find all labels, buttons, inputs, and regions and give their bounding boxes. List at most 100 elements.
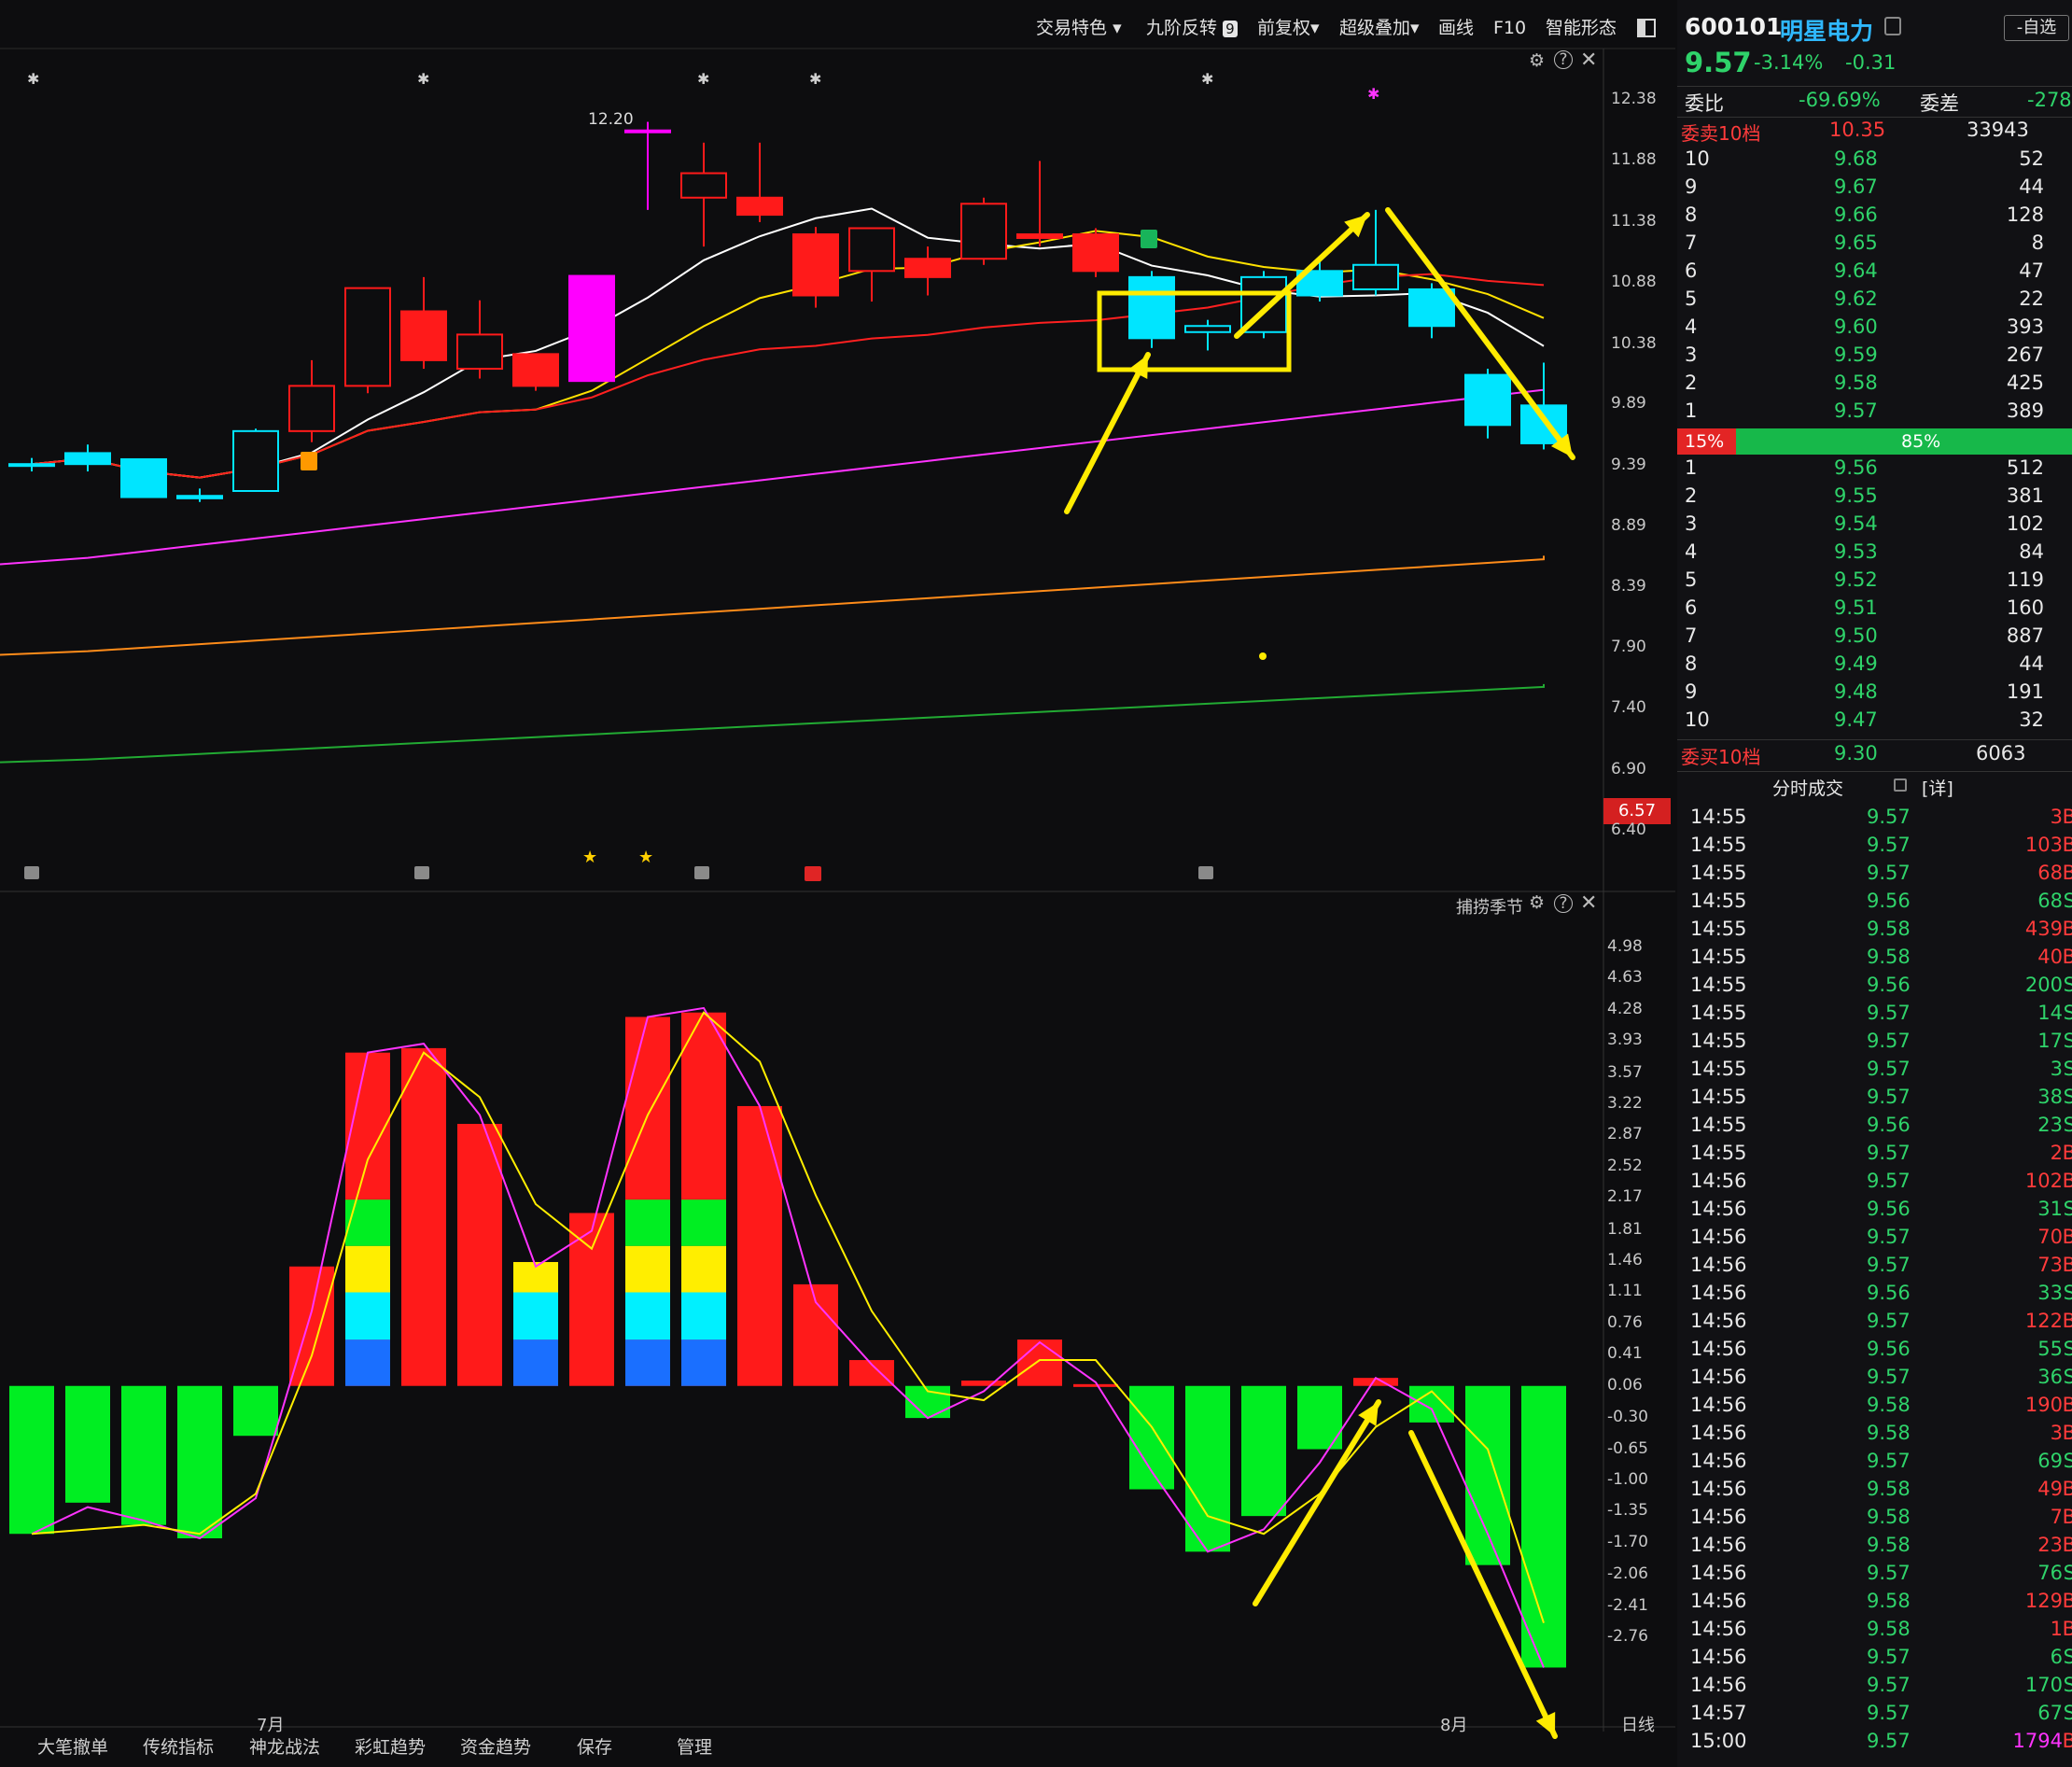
tab-big-cancel[interactable]: 大笔撤单 bbox=[37, 1731, 108, 1764]
quote-row: 5 9.62 22 bbox=[1677, 285, 2072, 313]
tick-price: 9.56 bbox=[1867, 974, 1911, 996]
tick-direction: B bbox=[2062, 1422, 2072, 1444]
tick-time: 14:55 bbox=[1690, 1002, 1747, 1024]
help-icon[interactable]: ? bbox=[1554, 50, 1573, 69]
tab-save[interactable]: 保存 bbox=[577, 1731, 612, 1764]
buy-volume: 191 bbox=[2006, 680, 2044, 703]
ticks-detail-link[interactable]: [详] bbox=[1922, 775, 1953, 800]
sell-level: 9 bbox=[1685, 175, 1698, 198]
price-axis-label: 10.38 bbox=[1611, 333, 1657, 353]
toolbar-smart-pattern[interactable]: 智能形态 bbox=[1546, 9, 1617, 47]
tab-manage[interactable]: 管理 bbox=[677, 1731, 712, 1764]
lock-icon[interactable] bbox=[1884, 17, 1901, 35]
tick-volume: 73 bbox=[2037, 1254, 2063, 1276]
candle-body bbox=[1352, 263, 1399, 290]
quote-row: 14:55 9.56 200 S bbox=[1677, 971, 2072, 999]
tick-price: 9.57 bbox=[1867, 862, 1911, 884]
quote-row: 2 9.55 381 bbox=[1677, 482, 2072, 510]
tick-price: 9.57 bbox=[1867, 1730, 1911, 1752]
quote-row: 5 9.52 119 bbox=[1677, 566, 2072, 594]
tick-time: 14:56 bbox=[1690, 1534, 1747, 1556]
candle-body bbox=[736, 196, 783, 217]
tick-volume: 69 bbox=[2037, 1450, 2063, 1472]
indicator-bar bbox=[569, 1213, 614, 1386]
indicator-bar bbox=[1129, 1385, 1174, 1490]
toolbar-super-overlay[interactable]: 超级叠加▾ bbox=[1339, 9, 1420, 47]
tick-price: 9.58 bbox=[1867, 1478, 1911, 1500]
chevron-down-icon: ▾ bbox=[1410, 18, 1420, 38]
quote-row: 14:56 9.57 76 S bbox=[1677, 1559, 2072, 1587]
star-marker-icon: ✱ bbox=[27, 70, 39, 88]
help-icon[interactable]: ? bbox=[1554, 894, 1573, 913]
change-percent: -3.14% bbox=[1754, 51, 1824, 74]
tab-capital-trend[interactable]: 资金趋势 bbox=[460, 1731, 531, 1764]
quote-row: 1 9.56 512 bbox=[1677, 454, 2072, 482]
candle-body bbox=[624, 129, 671, 133]
quote-row: 14:56 9.58 129 B bbox=[1677, 1587, 2072, 1615]
panel-toggle-icon[interactable] bbox=[1637, 19, 1656, 37]
tick-time: 14:55 bbox=[1690, 1030, 1747, 1052]
close-icon[interactable]: ✕ bbox=[1580, 891, 1597, 915]
sell-volume: 393 bbox=[2006, 316, 2044, 338]
candle-body bbox=[568, 274, 615, 383]
quote-row: 14:55 9.57 2 B bbox=[1677, 1139, 2072, 1167]
ma60-line bbox=[0, 383, 1545, 566]
tab-traditional-indicators[interactable]: 传统指标 bbox=[143, 1731, 214, 1764]
quote-row: 14:55 9.56 23 S bbox=[1677, 1111, 2072, 1139]
tick-direction: B bbox=[2062, 918, 2072, 940]
indicator-axis-label: 3.93 bbox=[1607, 1031, 1643, 1050]
toolbar-forward-adjust[interactable]: 前复权▾ bbox=[1257, 9, 1320, 47]
settings-icon[interactable]: ⚙ bbox=[1529, 892, 1545, 913]
sell-header-label: 委卖10档 bbox=[1681, 122, 1761, 145]
quote-row: 14:55 9.58 439 B bbox=[1677, 915, 2072, 943]
toolbar-trade-features[interactable]: 交易特色 ▾ bbox=[1036, 9, 1122, 47]
tick-volume: 7 bbox=[2050, 1506, 2063, 1528]
indicator-axis-label: -0.65 bbox=[1607, 1438, 1648, 1458]
indicator-axis-label: 4.98 bbox=[1607, 937, 1643, 956]
tick-direction: B bbox=[2062, 1618, 2072, 1640]
indicator-axis-label: -1.70 bbox=[1607, 1532, 1648, 1551]
quote-row: 14:55 9.57 14 S bbox=[1677, 999, 2072, 1027]
indicator-axis-label: 2.17 bbox=[1607, 1187, 1643, 1207]
kline-chart-area[interactable]: ✱ ✱ ✱ ✱ ✱ ✱ ★ ★ 交易特色 ▾ 九阶反转 9 前复权▾ 超级叠加▾ 画线 F10… bbox=[0, 0, 1675, 1767]
close-icon[interactable]: ✕ bbox=[1580, 49, 1597, 72]
candle-body bbox=[176, 495, 223, 499]
tick-price: 9.56 bbox=[1867, 1114, 1911, 1136]
indicator-axis-label: -2.06 bbox=[1607, 1564, 1648, 1584]
indicator-axis-label: 4.28 bbox=[1607, 999, 1643, 1018]
add-watchlist-button[interactable]: -自选 bbox=[2004, 15, 2069, 41]
tick-volume: 23 bbox=[2037, 1534, 2063, 1556]
tick-direction: S bbox=[2063, 1646, 2072, 1668]
indicator-bar bbox=[1185, 1385, 1230, 1552]
tick-time: 14:56 bbox=[1690, 1198, 1747, 1220]
ma120-line bbox=[0, 555, 1545, 656]
toolbar-draw-line[interactable]: 画线 bbox=[1438, 9, 1474, 47]
tick-time: 14:56 bbox=[1690, 1422, 1747, 1444]
tick-price: 9.57 bbox=[1867, 1058, 1911, 1080]
tick-time: 14:55 bbox=[1690, 918, 1747, 940]
buy-volume: 44 bbox=[2019, 652, 2044, 675]
settings-icon[interactable]: ⚙ bbox=[1529, 50, 1545, 71]
toolbar-f10[interactable]: F10 bbox=[1493, 9, 1526, 47]
tick-price: 9.57 bbox=[1867, 1142, 1911, 1164]
tick-price: 9.56 bbox=[1867, 1198, 1911, 1220]
price-axis-label: 10.88 bbox=[1611, 273, 1657, 292]
indicator-bar bbox=[1465, 1385, 1510, 1565]
kline-svg[interactable]: ✱ ✱ ✱ ✱ ✱ ✱ ★ ★ bbox=[0, 0, 1675, 1767]
period-selector[interactable]: 日线 bbox=[1621, 1712, 1655, 1736]
tab-shenlong[interactable]: 神龙战法 bbox=[249, 1731, 320, 1764]
sell-level: 10 bbox=[1685, 147, 1710, 170]
tick-direction: S bbox=[2063, 1366, 2072, 1388]
quote-row: 14:56 9.57 69 S bbox=[1677, 1447, 2072, 1475]
tick-price: 9.57 bbox=[1867, 834, 1911, 856]
last-price: 9.57 bbox=[1685, 47, 1752, 78]
quote-row: 14:57 9.57 67 S bbox=[1677, 1699, 2072, 1727]
change-value: -0.31 bbox=[1845, 51, 1897, 74]
indicator-axis-label: 0.76 bbox=[1607, 1312, 1643, 1332]
tab-rainbow-trend[interactable]: 彩虹趋势 bbox=[355, 1731, 426, 1764]
toolbar-nine-reversal[interactable]: 九阶反转 9 bbox=[1146, 9, 1238, 47]
lock-icon[interactable] bbox=[1894, 778, 1907, 792]
tick-time: 14:56 bbox=[1690, 1506, 1747, 1528]
tick-direction: B bbox=[2062, 862, 2072, 884]
tick-price: 9.58 bbox=[1867, 1506, 1911, 1528]
